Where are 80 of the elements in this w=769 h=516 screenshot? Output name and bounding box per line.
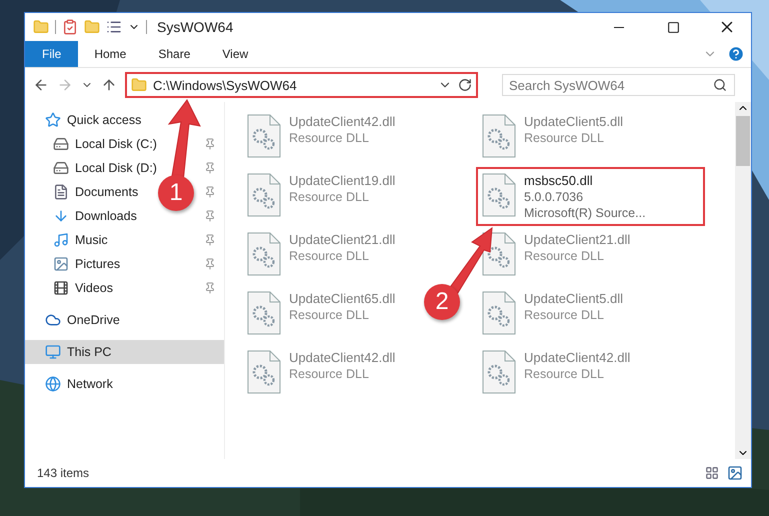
large-icons-view-icon[interactable] xyxy=(727,465,743,481)
file-name: UpdateClient42.dll xyxy=(289,114,396,129)
file-item[interactable]: msbsc50.dll 5.0.0.7036 Microsoft(R) Source... xyxy=(476,167,705,226)
ribbon-tab[interactable]: File xyxy=(25,41,78,67)
drive-icon xyxy=(53,136,69,152)
nav-item[interactable]: Network xyxy=(25,372,119,396)
ribbon-tab[interactable]: View xyxy=(206,41,264,67)
file-detail: Resource DLL xyxy=(524,367,605,381)
nav-item[interactable]: Music xyxy=(25,228,114,252)
file-item[interactable]: UpdateClient42.dll Resource DLL xyxy=(241,344,402,403)
dll-file-icon xyxy=(482,114,516,158)
address-bar[interactable]: C:\Windows\SysWOW64 xyxy=(125,72,478,98)
file-name: UpdateClient42.dll xyxy=(289,350,396,365)
document-icon xyxy=(53,184,69,200)
nav-item[interactable]: Pictures xyxy=(25,252,126,276)
nav-item[interactable]: Downloads xyxy=(25,204,143,228)
image-icon xyxy=(53,256,69,272)
cloud-icon xyxy=(45,312,61,328)
music-note-icon xyxy=(53,232,69,248)
file-name: UpdateClient5.dll xyxy=(524,291,624,306)
scroll-thumb[interactable] xyxy=(736,116,750,166)
file-detail: Resource DLL xyxy=(289,367,370,381)
ribbon-tab[interactable]: Home xyxy=(78,41,142,67)
globe-icon xyxy=(45,376,61,392)
details-view-icon[interactable] xyxy=(705,466,719,480)
nav-item[interactable]: Videos xyxy=(25,276,119,300)
refresh-icon[interactable] xyxy=(458,78,472,92)
nav-item[interactable]: Quick access xyxy=(25,108,148,132)
file-item[interactable]: UpdateClient5.dll Resource DLL xyxy=(476,285,630,344)
file-name: UpdateClient65.dll xyxy=(289,291,396,306)
dll-file-icon xyxy=(247,232,281,276)
nav-item[interactable]: Local Disk (C:) xyxy=(25,132,163,156)
file-item[interactable]: UpdateClient42.dll Resource DLL xyxy=(241,108,402,167)
file-detail: Resource DLL xyxy=(524,131,605,145)
dll-file-icon xyxy=(247,291,281,335)
dll-file-icon xyxy=(247,350,281,394)
file-detail: Resource DLL xyxy=(524,308,605,322)
dll-file-icon xyxy=(482,291,516,335)
dll-file-icon xyxy=(482,350,516,394)
file-item[interactable]: UpdateClient19.dll Resource DLL xyxy=(241,167,402,226)
file-name: UpdateClient42.dll xyxy=(524,350,630,365)
dll-file-icon xyxy=(247,114,281,158)
film-icon xyxy=(53,280,69,296)
file-name: msbsc50.dll xyxy=(524,173,594,188)
nav-item[interactable]: This PC xyxy=(25,340,224,364)
file-name: UpdateClient21.dll xyxy=(524,232,630,247)
monitor-icon xyxy=(45,344,61,360)
nav-item[interactable]: Documents xyxy=(25,180,144,204)
help-icon[interactable] xyxy=(727,45,745,63)
address-path: C:\Windows\SysWOW64 xyxy=(153,78,298,92)
drive-icon xyxy=(53,160,69,176)
window-title: SysWOW64 xyxy=(157,19,234,35)
file-name: UpdateClient5.dll xyxy=(524,114,624,129)
file-detail: Resource DLL xyxy=(289,190,370,204)
download-icon xyxy=(53,208,69,224)
file-name: UpdateClient21.dll xyxy=(289,232,396,247)
file-detail: Resource DLL xyxy=(289,131,370,145)
maximize-icon xyxy=(666,20,680,34)
file-item[interactable]: UpdateClient5.dll Resource DLL xyxy=(476,108,630,167)
file-item[interactable]: UpdateClient21.dll Resource DLL xyxy=(241,226,402,285)
file-detail: Resource DLL xyxy=(524,249,605,263)
scrollbar[interactable] xyxy=(735,102,751,459)
properties-icon[interactable] xyxy=(62,19,78,35)
folder-icon xyxy=(131,77,147,93)
ribbon-tab[interactable]: Share xyxy=(142,41,206,67)
file-detail: Resource DLL xyxy=(289,308,370,322)
file-item[interactable]: UpdateClient42.dll Resource DLL xyxy=(476,344,636,403)
star-icon xyxy=(45,112,61,128)
nav-item[interactable]: OneDrive xyxy=(25,308,126,332)
file-name: UpdateClient19.dll xyxy=(289,173,396,188)
file-item[interactable]: UpdateClient65.dll Resource DLL xyxy=(241,285,402,344)
search-field[interactable]: Search SysWOW64 xyxy=(502,74,735,96)
item-count: 143 items xyxy=(37,466,90,480)
file-detail: Resource DLL xyxy=(289,249,370,263)
dll-file-icon xyxy=(247,173,281,217)
list-icon[interactable] xyxy=(106,19,122,35)
file-detail: 5.0.0.7036 xyxy=(524,190,584,204)
dll-file-icon xyxy=(482,173,516,217)
file-detail: Microsoft(R) Source... xyxy=(524,206,646,220)
minimize-icon xyxy=(614,26,624,28)
